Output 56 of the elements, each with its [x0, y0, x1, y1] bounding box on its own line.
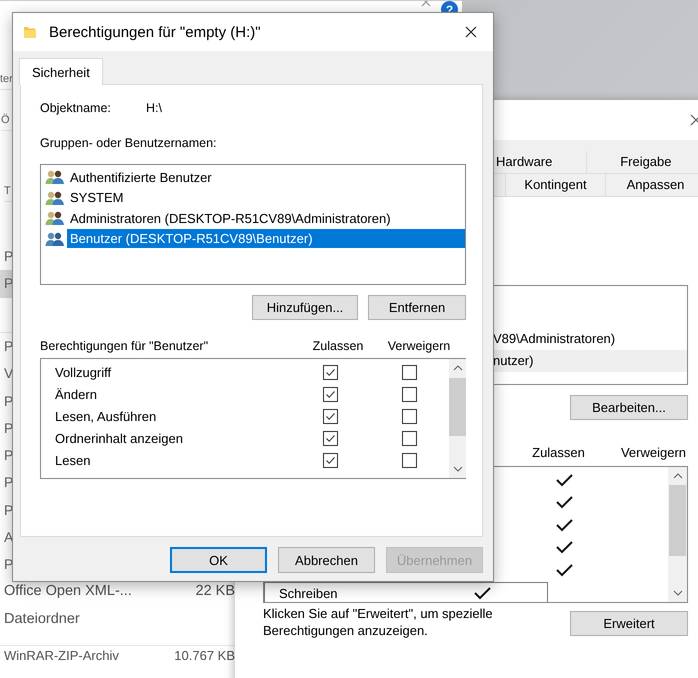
file-type: Office Open XML-...: [4, 582, 132, 601]
allow-checkbox[interactable]: [322, 452, 338, 468]
column-header: Verweigern: [386, 339, 452, 353]
permission-name: Vollzugriff: [55, 364, 112, 380]
scrollbar-thumb[interactable]: [449, 378, 466, 436]
file-type: WinRAR-ZIP-Archiv: [4, 648, 119, 664]
scroll-down-icon[interactable]: [452, 466, 462, 472]
edit-button[interactable]: Bearbeiten...: [570, 395, 688, 420]
deny-checkbox[interactable]: [402, 430, 416, 446]
hint-text: Klicken Sie auf "Erweitert", um spezielle Berechtigungen anzuzeigen.: [263, 605, 494, 639]
group-item[interactable]: Authentifizierte Benutzer: [67, 168, 215, 187]
group-item[interactable]: Administratoren (DESKTOP-R51CV89\Administratoren): [67, 208, 394, 228]
deny-checkbox[interactable]: [402, 364, 416, 380]
group-item[interactable]: SYSTEM: [67, 188, 126, 208]
scroll-up-icon[interactable]: [452, 365, 462, 371]
deny-checkbox[interactable]: [402, 452, 416, 468]
scroll-down-icon[interactable]: [672, 590, 682, 596]
allow-checkbox[interactable]: [322, 386, 338, 402]
permission-name: Ordnerinhalt anzeigen: [55, 430, 183, 446]
scrollbar[interactable]: [449, 359, 466, 478]
group-item[interactable]: Benutzer (DESKTOP-R51CV89\Benutzer): [67, 229, 465, 248]
users-icon: [45, 169, 65, 186]
dialog-button[interactable]: Abbrechen: [278, 547, 375, 573]
deny-checkbox[interactable]: [402, 386, 416, 402]
allow-checkbox[interactable]: [322, 408, 338, 424]
section-label: Berechtigungen für "Benutzer": [40, 339, 210, 353]
remove-button[interactable]: Entfernen: [368, 295, 466, 320]
allow-checkbox[interactable]: [322, 364, 338, 380]
column-header: Zulassen: [312, 339, 364, 353]
scrollbar-thumb[interactable]: [669, 485, 686, 556]
column-header: Zulassen: [531, 445, 586, 460]
file-size: 10.767 KB: [174, 648, 235, 664]
deny-checkbox[interactable]: [402, 408, 416, 424]
users-icon: [45, 230, 65, 247]
tab[interactable]: Sicherheit: [19, 58, 103, 85]
field-label: Objektname:: [40, 101, 112, 115]
dialog-button[interactable]: OK: [170, 547, 267, 573]
object-name: H:\: [146, 101, 162, 115]
add-button[interactable]: Hinzufügen...: [252, 295, 358, 320]
scroll-up-icon[interactable]: [672, 473, 682, 479]
permission-name: Lesen, Ausführen: [55, 408, 156, 424]
advanced-button[interactable]: Erweitert: [570, 611, 688, 636]
section-label: Gruppen- oder Benutzernamen:: [40, 136, 218, 150]
close-icon[interactable]: [465, 26, 477, 38]
users-icon: [45, 190, 65, 206]
file-type: Dateiordner: [4, 610, 80, 629]
folder-icon: [23, 25, 37, 39]
permission-name: Lesen: [55, 452, 90, 468]
file-size: 22 KB: [196, 582, 235, 601]
window-title: Berechtigungen für "empty (H:)": [49, 24, 261, 40]
permission-name: Ändern: [55, 386, 97, 402]
allow-checkbox[interactable]: [322, 430, 338, 446]
column-header: Verweigern: [620, 445, 688, 460]
users-icon: [45, 210, 65, 226]
scrollbar[interactable]: [668, 467, 687, 602]
permission-name: Schreiben: [279, 586, 338, 600]
